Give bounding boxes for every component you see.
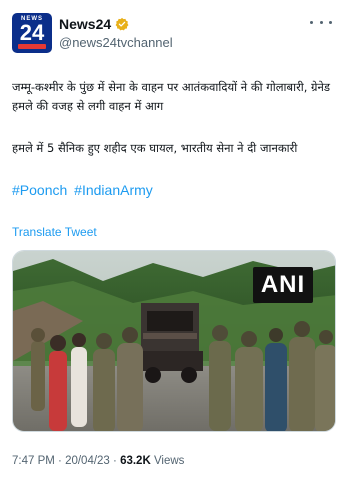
hashtag-indianarmy[interactable]: #IndianArmy [74, 182, 153, 198]
meta-separator-2: · [109, 455, 121, 467]
burnt-truck [137, 303, 203, 383]
more-options-icon[interactable] [310, 15, 332, 29]
tweet-time[interactable]: 7:47 PM [12, 455, 55, 467]
translate-tweet-link[interactable]: Translate Tweet [12, 225, 97, 239]
display-name[interactable]: News24 [59, 16, 111, 32]
tweet-date[interactable]: 20/04/23 [65, 455, 110, 467]
more-dot-icon [319, 20, 323, 24]
verified-badge-icon [115, 17, 129, 31]
handle[interactable]: @news24tvchannel [59, 35, 173, 50]
hashtags: #Poonch #IndianArmy [12, 182, 156, 198]
tweet-text: जम्मू-कश्मीर के पुंछ में सेना के वाहन पर… [12, 78, 334, 116]
tweet-meta: 7:47 PM · 20/04/23 · 63.2K Views [12, 455, 184, 467]
tweet-paragraph-2: हमले में 5 सैनिक हुए शहीद एक घायल, भारती… [12, 141, 298, 155]
avatar[interactable]: NEWS 24 [12, 13, 52, 53]
name-row: News24 [59, 15, 129, 33]
avatar-bar [18, 44, 46, 49]
tweet-photo[interactable]: ANI [12, 250, 336, 432]
views-count: 63.2K [120, 455, 151, 467]
more-dot-icon [329, 20, 332, 24]
more-dot-icon [310, 20, 313, 24]
views-label: Views [153, 455, 185, 467]
avatar-number: 24 [19, 20, 45, 45]
meta-separator: · [54, 455, 66, 467]
tweet-paragraph-1: जम्मू-कश्मीर के पुंछ में सेना के वाहन पर… [12, 80, 331, 113]
hashtag-poonch[interactable]: #Poonch [12, 182, 67, 198]
ani-watermark: ANI [253, 267, 313, 303]
tweet-header: NEWS 24 News24 @news24tvchannel [12, 13, 336, 57]
